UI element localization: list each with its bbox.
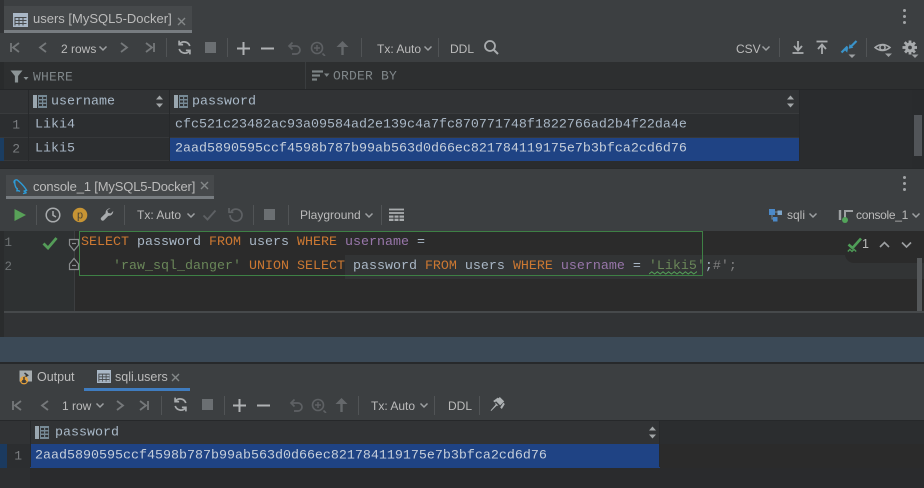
svg-text:p: p — [77, 211, 84, 223]
